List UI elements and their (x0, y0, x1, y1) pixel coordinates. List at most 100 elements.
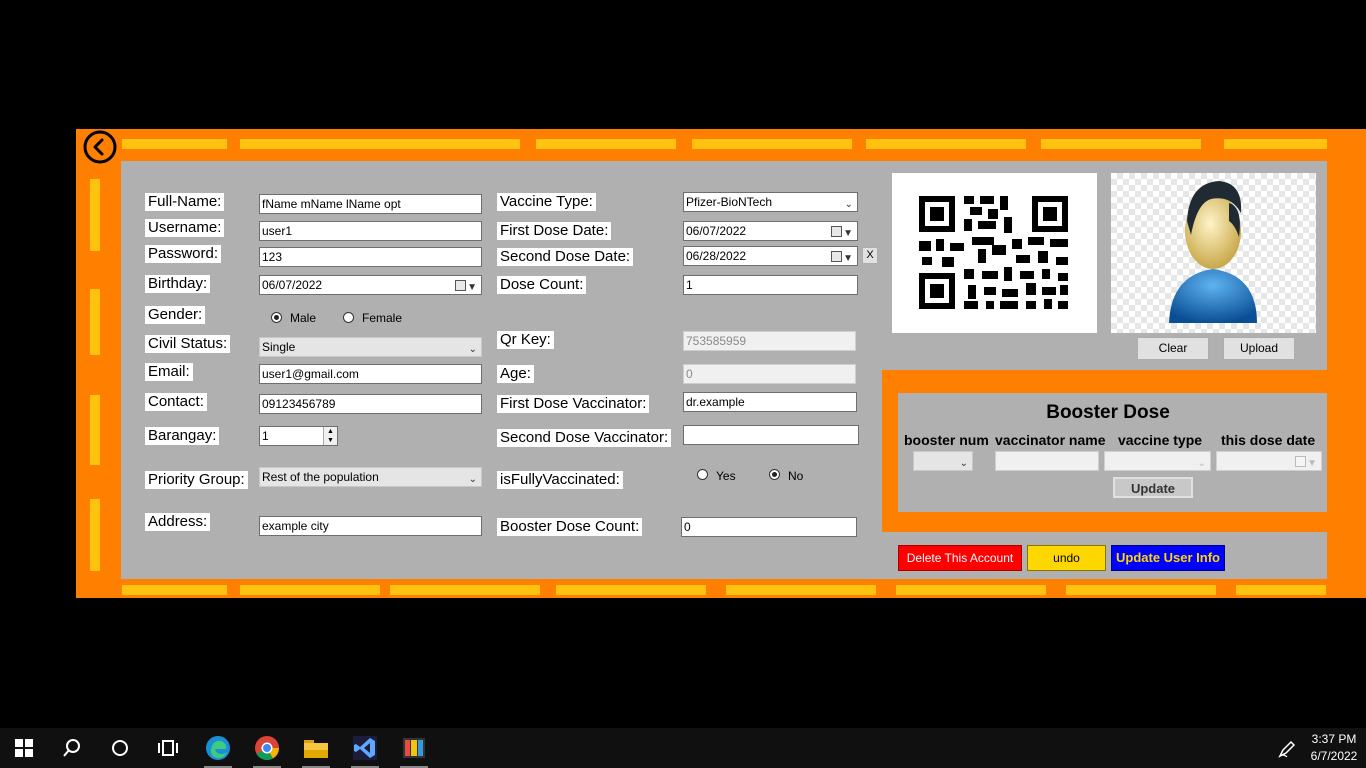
search-icon[interactable] (48, 728, 96, 768)
frame-dash (896, 585, 1046, 595)
gender-female-radio[interactable] (343, 312, 354, 323)
booster-update-button[interactable]: Update (1113, 477, 1193, 498)
dose-count-label: Dose Count: (497, 276, 587, 294)
birthday-datepicker[interactable]: 06/07/2022 ▼ (259, 275, 482, 295)
clear-second-dose-button[interactable]: X (862, 247, 878, 264)
frame-dash (122, 585, 227, 595)
chevron-down-icon[interactable]: ⌄ (469, 471, 477, 486)
frame-dash (1236, 585, 1326, 595)
email-label: Email: (145, 363, 193, 381)
vaccine-type-value: Pfizer-BioNTech (686, 195, 773, 209)
priority-group-select[interactable]: Rest of the population ⌄ (259, 467, 482, 487)
second-dose-date-label: Second Dose Date: (497, 248, 634, 266)
fullname-input[interactable]: fName mName lName opt (259, 194, 482, 214)
calendar-icon[interactable] (455, 280, 466, 291)
frame-dash (240, 139, 380, 149)
username-input[interactable]: user1 (259, 221, 482, 241)
upload-photo-button[interactable]: Upload (1223, 337, 1295, 360)
chevron-down-icon[interactable]: ⌄ (469, 341, 477, 356)
first-dose-datepicker[interactable]: 06/07/2022 ▼ (683, 221, 858, 241)
password-label: Password: (145, 245, 222, 263)
gender-label: Gender: (145, 306, 206, 324)
frame-dash (1224, 139, 1327, 149)
update-user-info-button[interactable]: Update User Info (1111, 545, 1225, 571)
chevron-down-icon[interactable]: ⌄ (960, 455, 968, 470)
clock[interactable]: 3:37 PM 6/7/2022 (1304, 731, 1364, 765)
priority-group-value: Rest of the population (262, 470, 379, 484)
contact-label: Contact: (145, 393, 207, 411)
qr-key-input: 753585959 (683, 331, 856, 351)
frame-dash (556, 585, 706, 595)
edge-icon[interactable] (194, 728, 242, 768)
file-explorer-icon[interactable] (292, 728, 340, 768)
chevron-down-icon[interactable]: ▼ (843, 250, 853, 265)
chevron-down-icon: ⌄ (1197, 458, 1206, 469)
birthday-value: 06/07/2022 (262, 278, 323, 292)
civil-status-select[interactable]: Single ⌄ (259, 337, 482, 357)
qr-code-image (892, 173, 1097, 333)
clear-photo-button[interactable]: Clear (1137, 337, 1209, 360)
email-input[interactable]: user1@gmail.com (259, 364, 482, 384)
contact-input[interactable]: 09123456789 (259, 394, 482, 414)
chevron-down-icon[interactable]: ▼ (843, 225, 853, 240)
address-label: Address: (145, 513, 211, 531)
cortana-icon[interactable] (96, 728, 144, 768)
second-vaccinator-label: Second Dose Vaccinator: (497, 429, 672, 447)
barangay-stepper[interactable]: 1 ▲ ▼ (259, 426, 338, 446)
back-button[interactable] (83, 130, 117, 164)
first-vaccinator-label: First Dose Vaccinator: (497, 395, 650, 413)
booster-count-input[interactable]: 0 (681, 517, 857, 537)
fully-vaccinated-yes-label: Yes (716, 469, 736, 483)
fully-vaccinated-yes-radio[interactable] (697, 469, 708, 480)
frame-dash (90, 499, 100, 571)
booster-num-select[interactable]: ⌄ (913, 451, 973, 471)
booster-vaccine-select: ⌄ (1104, 451, 1211, 471)
undo-button[interactable]: undo (1027, 545, 1106, 571)
age-label: Age: (497, 365, 534, 383)
dose-count-input[interactable]: 1 (683, 275, 858, 295)
frame-dash (390, 585, 540, 595)
second-dose-datepicker[interactable]: 06/28/2022 ▼ (683, 246, 858, 266)
fully-vaccinated-label: isFullyVaccinated: (497, 471, 623, 489)
app-icon[interactable] (390, 728, 438, 768)
clock-date: 6/7/2022 (1310, 749, 1358, 763)
password-input[interactable]: 123 (259, 247, 482, 267)
delete-account-button[interactable]: Delete This Account (898, 545, 1022, 571)
frame-dash (240, 585, 380, 595)
booster-count-label: Booster Dose Count: (497, 518, 643, 536)
calendar-icon[interactable] (831, 251, 842, 262)
fullname-label: Full-Name: (145, 193, 225, 211)
gender-male-label: Male (290, 311, 317, 325)
qr-code-icon (919, 196, 1068, 309)
civil-status-label: Civil Status: (145, 335, 231, 353)
first-dose-date-label: First Dose Date: (497, 222, 612, 240)
chevron-down-icon[interactable]: ⌄ (845, 196, 853, 211)
frame-dash (866, 139, 1026, 149)
vaccinator-name-header: vaccinator name (995, 432, 1106, 448)
frame-dash (726, 585, 876, 595)
task-view-icon[interactable] (144, 728, 192, 768)
calendar-icon[interactable] (831, 226, 842, 237)
vaccine-type-select[interactable]: Pfizer-BioNTech ⌄ (683, 192, 858, 212)
barangay-value: 1 (262, 429, 269, 443)
chrome-icon[interactable] (243, 728, 291, 768)
visual-studio-icon[interactable] (341, 728, 389, 768)
address-input[interactable]: example city (259, 516, 482, 536)
frame-dash (1066, 585, 1216, 595)
vaccine-type-label: Vaccine Type: (497, 193, 596, 211)
fully-vaccinated-no-label: No (788, 469, 804, 483)
second-vaccinator-input[interactable] (683, 425, 859, 445)
windows-start-icon[interactable] (0, 728, 48, 768)
gender-male-radio[interactable] (271, 312, 282, 323)
frame-dash (90, 179, 100, 251)
pen-icon[interactable] (1277, 739, 1297, 759)
first-vaccinator-input[interactable]: dr.example (683, 392, 857, 412)
chevron-down-icon[interactable]: ▼ (467, 279, 477, 294)
birthday-label: Birthday: (145, 275, 211, 293)
frame-dash (380, 139, 520, 149)
frame-dash (90, 395, 100, 465)
stepper-arrows-icon[interactable]: ▲ ▼ (323, 427, 337, 445)
profile-photo (1111, 173, 1316, 333)
fully-vaccinated-no-radio[interactable] (769, 469, 780, 480)
barangay-label: Barangay: (145, 427, 220, 445)
